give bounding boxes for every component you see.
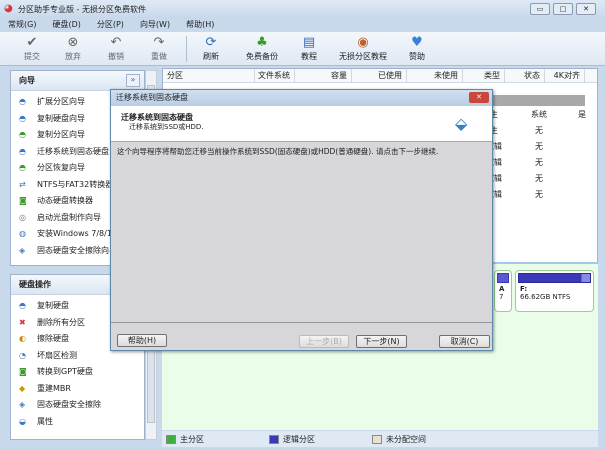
tutorial-button[interactable]: ▤ 教程 (284, 34, 334, 62)
partition-usage-bar (518, 273, 591, 283)
col-filesystem[interactable]: 文件系统 (255, 69, 295, 83)
lossless-tutorial-button[interactable]: ◉ 无损分区教程 (328, 34, 398, 62)
dialog-close-button[interactable]: ✕ (469, 92, 489, 103)
menu-disk[interactable]: 硬盘(D) (52, 20, 80, 29)
wizard-icon: ◙ (19, 196, 27, 205)
convert-icon: ◙ (19, 367, 27, 376)
menu-general[interactable]: 常规(G) (8, 20, 36, 29)
refresh-button[interactable]: ⟳ 刷新 (186, 34, 236, 62)
legend-primary: 主分区 (166, 434, 204, 445)
cell-status: 无 (535, 158, 543, 167)
cell-status: 无 (535, 142, 543, 151)
app-logo-icon: ◕ (4, 3, 13, 14)
help-button[interactable]: 帮助(H) (117, 334, 167, 347)
dialog-divider (111, 322, 492, 323)
free-backup-button[interactable]: ♣ 免费备份 (237, 34, 287, 62)
col-status[interactable]: 状态 (505, 69, 545, 83)
redo-button[interactable]: ↷ 重做 (134, 34, 184, 62)
wizard-icon: ◓ (19, 130, 26, 139)
dialog-body-text: 这个向导程序将帮助您迁移当前操作系统到SSD(固态硬盘)或HDD(普通硬盘). … (117, 147, 439, 156)
refresh-icon: ⟳ (205, 35, 217, 50)
col-used[interactable]: 已使用 (352, 69, 407, 83)
wipe-icon: ◐ (19, 334, 26, 343)
toolbar: ✔ 提交 ⊗ 放弃 ↶ 撤销 ↷ 重做 ⟳ 刷新 ♣ 免费备份 ▤ 教程 ◉ 无损分区教程 ♥ 赞… (0, 32, 605, 66)
menu-bar: 常规(G) 硬盘(D) 分区(P) 向导(W) 帮助(H) (0, 18, 605, 32)
window-title: 分区助手专业版 - 无损分区免费软件 (18, 5, 146, 14)
menu-partition[interactable]: 分区(P) (97, 20, 124, 29)
back-button[interactable]: 上一步(B) (299, 335, 349, 348)
disk-op-ssd-erase[interactable]: ◈ 固态硬盘安全擦除 (11, 397, 144, 414)
heart-icon: ♥ (411, 35, 423, 50)
properties-icon: ◒ (19, 416, 26, 426)
wizard-icon: ◓ (19, 97, 26, 106)
dialog-title-bar: 迁移系统到固态硬盘 (111, 90, 492, 106)
ssd-erase-icon: ◈ (19, 400, 26, 409)
title-bar: ◕ 分区助手专业版 - 无损分区免费软件 ▭ □ ✕ (0, 0, 605, 18)
delete-icon: ✖ (19, 317, 26, 327)
col-unused[interactable]: 未使用 (407, 69, 463, 83)
partition-block-small[interactable]: A 7 (494, 270, 512, 312)
mbr-icon: ◆ (19, 383, 26, 393)
cell-status: 无 (535, 126, 543, 135)
book-icon: ▤ (302, 35, 316, 50)
wizard-icon: ◓ (19, 113, 26, 123)
ssd-icon: ⬙ (455, 114, 468, 133)
wizard-icon: ◓ (19, 146, 26, 156)
cell-status: 无 (535, 174, 543, 183)
dialog-subheading: 迁移系统到SSD或HDD. (129, 123, 204, 131)
disk-op-properties[interactable]: ◒ 属性 (11, 414, 144, 431)
legend-bar: 主分区 逻辑分区 未分配空间 (162, 431, 598, 447)
wizard-icon: ◈ (19, 245, 26, 255)
disk-op-convert-gpt[interactable]: ◙ 转换到GPT硬盘 (11, 364, 144, 381)
close-button[interactable]: ✕ (576, 3, 596, 15)
cell-4k-align: 是 (578, 110, 586, 119)
unallocated-swatch-icon (372, 435, 382, 444)
migrate-os-dialog: 迁移系统到固态硬盘 ✕ 迁移系统到固态硬盘 迁移系统到SSD或HDD. ⬙ 这个… (110, 89, 493, 351)
wizard-icon: ⇄ (19, 179, 26, 189)
logical-swatch-icon (269, 435, 279, 444)
cell-status: 系统 (531, 110, 547, 119)
dialog-title: 迁移系统到固态硬盘 (116, 93, 188, 102)
backup-icon: ♣ (256, 35, 268, 50)
disk-op-rebuild-mbr[interactable]: ◆ 重建MBR (11, 381, 144, 398)
col-partition[interactable]: 分区 (163, 69, 255, 83)
wizard-icon: ◍ (19, 229, 26, 238)
col-4k-align[interactable]: 4K对齐 (545, 69, 585, 83)
redo-icon: ↷ (153, 35, 165, 50)
dialog-header: 迁移系统到固态硬盘 迁移系统到SSD或HDD. ⬙ (111, 106, 492, 142)
donate-button[interactable]: ♥ 赞助 (392, 34, 442, 62)
legend-unallocated: 未分配空间 (372, 434, 426, 445)
menu-wizard[interactable]: 向导(W) (140, 20, 170, 29)
wizard-icon: ◓ (19, 163, 26, 172)
wizard-icon: ◎ (19, 212, 26, 222)
maximize-button[interactable]: □ (553, 3, 573, 15)
bad-sector-icon: ◔ (19, 350, 26, 360)
minimize-button[interactable]: ▭ (530, 3, 550, 15)
menu-help[interactable]: 帮助(H) (186, 20, 214, 29)
copy-disk-icon: ◓ (19, 301, 26, 310)
col-type[interactable]: 类型 (463, 69, 505, 83)
primary-swatch-icon (166, 435, 176, 444)
legend-logical: 逻辑分区 (269, 434, 315, 445)
cell-status: 无 (535, 190, 543, 199)
partition-block-f[interactable]: F: 66.62GB NTFS (515, 270, 594, 312)
wizard-panel-title: 向导 (11, 71, 144, 91)
cancel-button[interactable]: 取消(C) (439, 335, 490, 348)
col-capacity[interactable]: 容量 (295, 69, 352, 83)
next-button[interactable]: 下一步(N) (356, 335, 407, 348)
globe-icon: ◉ (357, 35, 369, 50)
collapse-button[interactable]: » (126, 74, 140, 87)
